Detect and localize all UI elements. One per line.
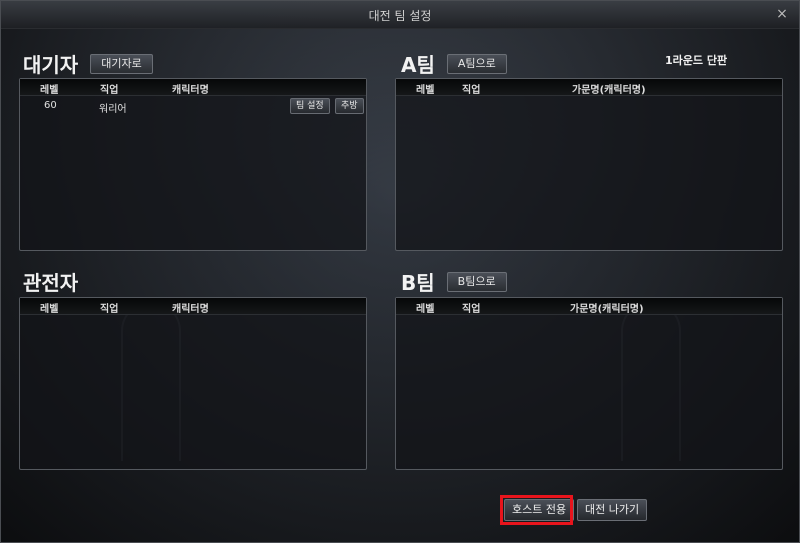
waiting-title: 대기자: [23, 53, 79, 77]
host-only-button[interactable]: 호스트 전용: [504, 499, 575, 521]
team-setup-window: 대전 팀 설정 × 대기자 대기자로 레벨 직업 캐릭터명 60 워리어 팀 설…: [0, 0, 800, 543]
column-level: 레벨: [416, 85, 435, 96]
close-icon[interactable]: ×: [773, 5, 791, 23]
window-title: 대전 팀 설정: [368, 9, 432, 23]
column-level: 레벨: [416, 304, 435, 315]
column-family-name: 가문명(캐릭터명): [572, 85, 646, 96]
column-family-name: 가문명(캐릭터명): [570, 304, 644, 315]
team-a-list-header: 레벨 직업 가문명(캐릭터명): [396, 79, 782, 96]
move-to-team-b-button[interactable]: B팀으로: [446, 271, 507, 292]
title-bar[interactable]: 대전 팀 설정 ×: [1, 1, 799, 29]
waiting-list-panel: 레벨 직업 캐릭터명 60 워리어 팀 설정 추방: [19, 78, 367, 251]
waiting-section-header: 대기자 대기자로: [23, 49, 153, 78]
waiting-list-header: 레벨 직업 캐릭터명: [20, 79, 366, 96]
spectators-list-header: 레벨 직업 캐릭터명: [20, 298, 366, 315]
column-character-name: 캐릭터명: [172, 85, 209, 96]
waiting-row[interactable]: 60 워리어 팀 설정 추방: [20, 96, 366, 116]
team-a-list-panel: 레벨 직업 가문명(캐릭터명): [395, 78, 783, 251]
column-character-name: 캐릭터명: [172, 304, 209, 315]
team-a-section-header: A팀 A팀으로: [401, 49, 507, 78]
leave-match-button[interactable]: 대전 나가기: [577, 499, 648, 521]
team-b-list-panel: 레벨 직업 가문명(캐릭터명): [395, 297, 783, 470]
team-b-title: B팀: [401, 271, 435, 295]
column-level: 레벨: [40, 304, 59, 315]
spectators-title: 관전자: [23, 271, 79, 295]
row-class: 워리어: [99, 104, 127, 115]
column-class: 직업: [100, 304, 119, 315]
team-settings-button[interactable]: 팀 설정: [290, 98, 330, 114]
spectators-section-header: 관전자: [23, 267, 78, 296]
team-a-title: A팀: [401, 53, 435, 77]
kick-button[interactable]: 추방: [335, 98, 364, 114]
spectators-list-panel: 레벨 직업 캐릭터명: [19, 297, 367, 470]
column-class: 직업: [462, 85, 481, 96]
team-b-section-header: B팀 B팀으로: [401, 267, 507, 296]
column-class: 직업: [100, 85, 119, 96]
column-class: 직업: [462, 304, 481, 315]
team-b-list-header: 레벨 직업 가문명(캐릭터명): [396, 298, 782, 315]
move-to-waiting-button[interactable]: 대기자로: [90, 53, 153, 74]
row-level: 60: [44, 100, 57, 111]
column-level: 레벨: [40, 85, 59, 96]
round-info: 1라운드 단판: [665, 54, 728, 67]
move-to-team-a-button[interactable]: A팀으로: [446, 53, 507, 74]
